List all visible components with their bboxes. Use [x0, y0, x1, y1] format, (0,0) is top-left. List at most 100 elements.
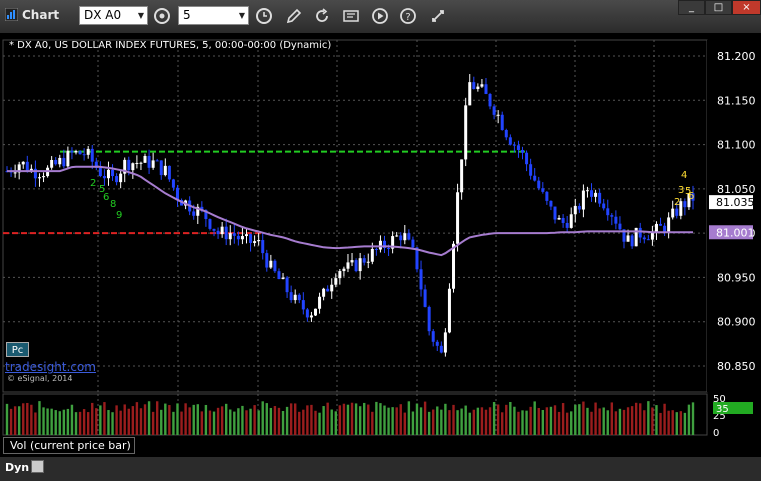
help-button[interactable]: ?	[397, 5, 419, 27]
candle-body	[399, 235, 403, 241]
volume-bar	[26, 402, 29, 435]
count-label: 8	[110, 199, 116, 210]
candle-body	[614, 216, 618, 224]
volume-bar	[62, 409, 66, 435]
candle-body	[452, 243, 456, 289]
candle-body	[273, 260, 277, 272]
volume-bar	[326, 402, 329, 435]
candle-body	[358, 258, 362, 272]
volume-bar	[371, 411, 374, 435]
dynamic-mode-icon[interactable]	[31, 460, 44, 473]
volume-bar	[460, 408, 463, 435]
candle-body	[346, 262, 350, 269]
refresh-button[interactable]	[311, 5, 333, 27]
candle-body	[447, 288, 451, 333]
volume-bar	[403, 412, 406, 435]
candle-body	[683, 201, 687, 208]
volume-bar	[135, 402, 139, 435]
candle-body	[484, 84, 488, 94]
settings-button[interactable]	[427, 5, 449, 27]
candle-body	[147, 155, 151, 168]
link-button[interactable]	[151, 5, 173, 27]
volume-bar	[269, 407, 273, 435]
y-tick-label: 80.850	[717, 360, 756, 373]
volume-bar	[387, 407, 390, 435]
volume-bar	[131, 406, 135, 435]
volume-bar	[363, 402, 366, 435]
draw-button[interactable]	[283, 5, 305, 27]
candle-body	[472, 82, 476, 90]
volume-bar	[184, 403, 187, 435]
candle-body	[675, 208, 679, 216]
volume-bar	[318, 412, 321, 435]
candle-body	[581, 190, 585, 210]
dynamic-mode-label[interactable]: Dyn	[5, 461, 29, 474]
volume-bar	[484, 409, 488, 435]
script-button[interactable]	[340, 5, 362, 27]
candle-body	[610, 215, 614, 217]
symbol-combo[interactable]: DX A0 ▼	[79, 6, 148, 25]
volume-panel-label[interactable]: Vol (current price bar)	[3, 437, 135, 454]
volume-bar	[229, 409, 232, 435]
count-label: 9	[116, 210, 122, 221]
volume-bar	[444, 403, 447, 435]
restore-icon: □	[713, 2, 724, 13]
candle-body	[78, 150, 82, 155]
volume-bar	[634, 402, 638, 435]
candle-body	[106, 169, 110, 179]
y-tick-label: 81.150	[717, 94, 756, 107]
price-chart[interactable]: 81.20081.15081.10081.05081.00080.95080.9…	[0, 33, 761, 481]
volume-bar	[306, 405, 309, 435]
candle-body	[224, 226, 228, 240]
candle-body	[492, 106, 496, 115]
volume-bar	[594, 402, 597, 435]
volume-bar	[610, 402, 614, 435]
volume-bar	[655, 405, 658, 435]
candle-body	[439, 345, 443, 353]
candle-body	[115, 176, 119, 183]
y-tick-label: 80.900	[717, 316, 756, 329]
volume-bar	[237, 408, 240, 435]
interval-combo[interactable]: 5 ▼	[178, 6, 249, 25]
volume-bar	[103, 402, 106, 435]
candle-body	[313, 308, 317, 316]
volume-bar	[233, 411, 236, 435]
candle-body	[37, 177, 41, 179]
candle-body	[131, 163, 135, 171]
y-tick-label: 81.050	[717, 183, 756, 196]
candle-body	[220, 226, 224, 235]
volume-bar	[13, 406, 17, 435]
volume-bar	[525, 410, 528, 435]
close-button[interactable]: ×	[732, 0, 761, 15]
volume-bar	[204, 404, 208, 435]
volume-bar	[354, 403, 358, 435]
volume-bar	[82, 409, 86, 435]
volume-bar	[99, 405, 102, 435]
volume-bar	[501, 412, 504, 435]
candle-body	[98, 167, 102, 177]
ma-price-value: 81.001	[716, 226, 755, 239]
candle-body	[602, 203, 606, 209]
volume-bar	[220, 406, 224, 435]
count-label: 2	[90, 178, 96, 189]
clock-button[interactable]	[253, 5, 275, 27]
candle-body	[537, 180, 541, 189]
chevron-down-icon[interactable]: ▼	[239, 7, 245, 24]
candle-body	[281, 277, 285, 280]
volume-bar	[379, 403, 382, 435]
play-button[interactable]	[369, 5, 391, 27]
pc-badge[interactable]: Pc	[6, 342, 29, 357]
clock-icon	[256, 8, 272, 24]
play-icon	[372, 8, 388, 24]
volume-bar	[50, 408, 53, 435]
candle-body	[261, 240, 265, 254]
candle-body	[565, 222, 569, 228]
volume-bar	[590, 411, 593, 435]
chevron-down-icon[interactable]: ▼	[138, 7, 144, 24]
candle-body	[277, 271, 281, 280]
count-label: 3	[678, 185, 684, 196]
restore-button[interactable]: □	[705, 0, 732, 15]
minimize-button[interactable]: _	[678, 0, 705, 15]
interval-value: 5	[183, 8, 191, 22]
candle-body	[297, 294, 301, 301]
